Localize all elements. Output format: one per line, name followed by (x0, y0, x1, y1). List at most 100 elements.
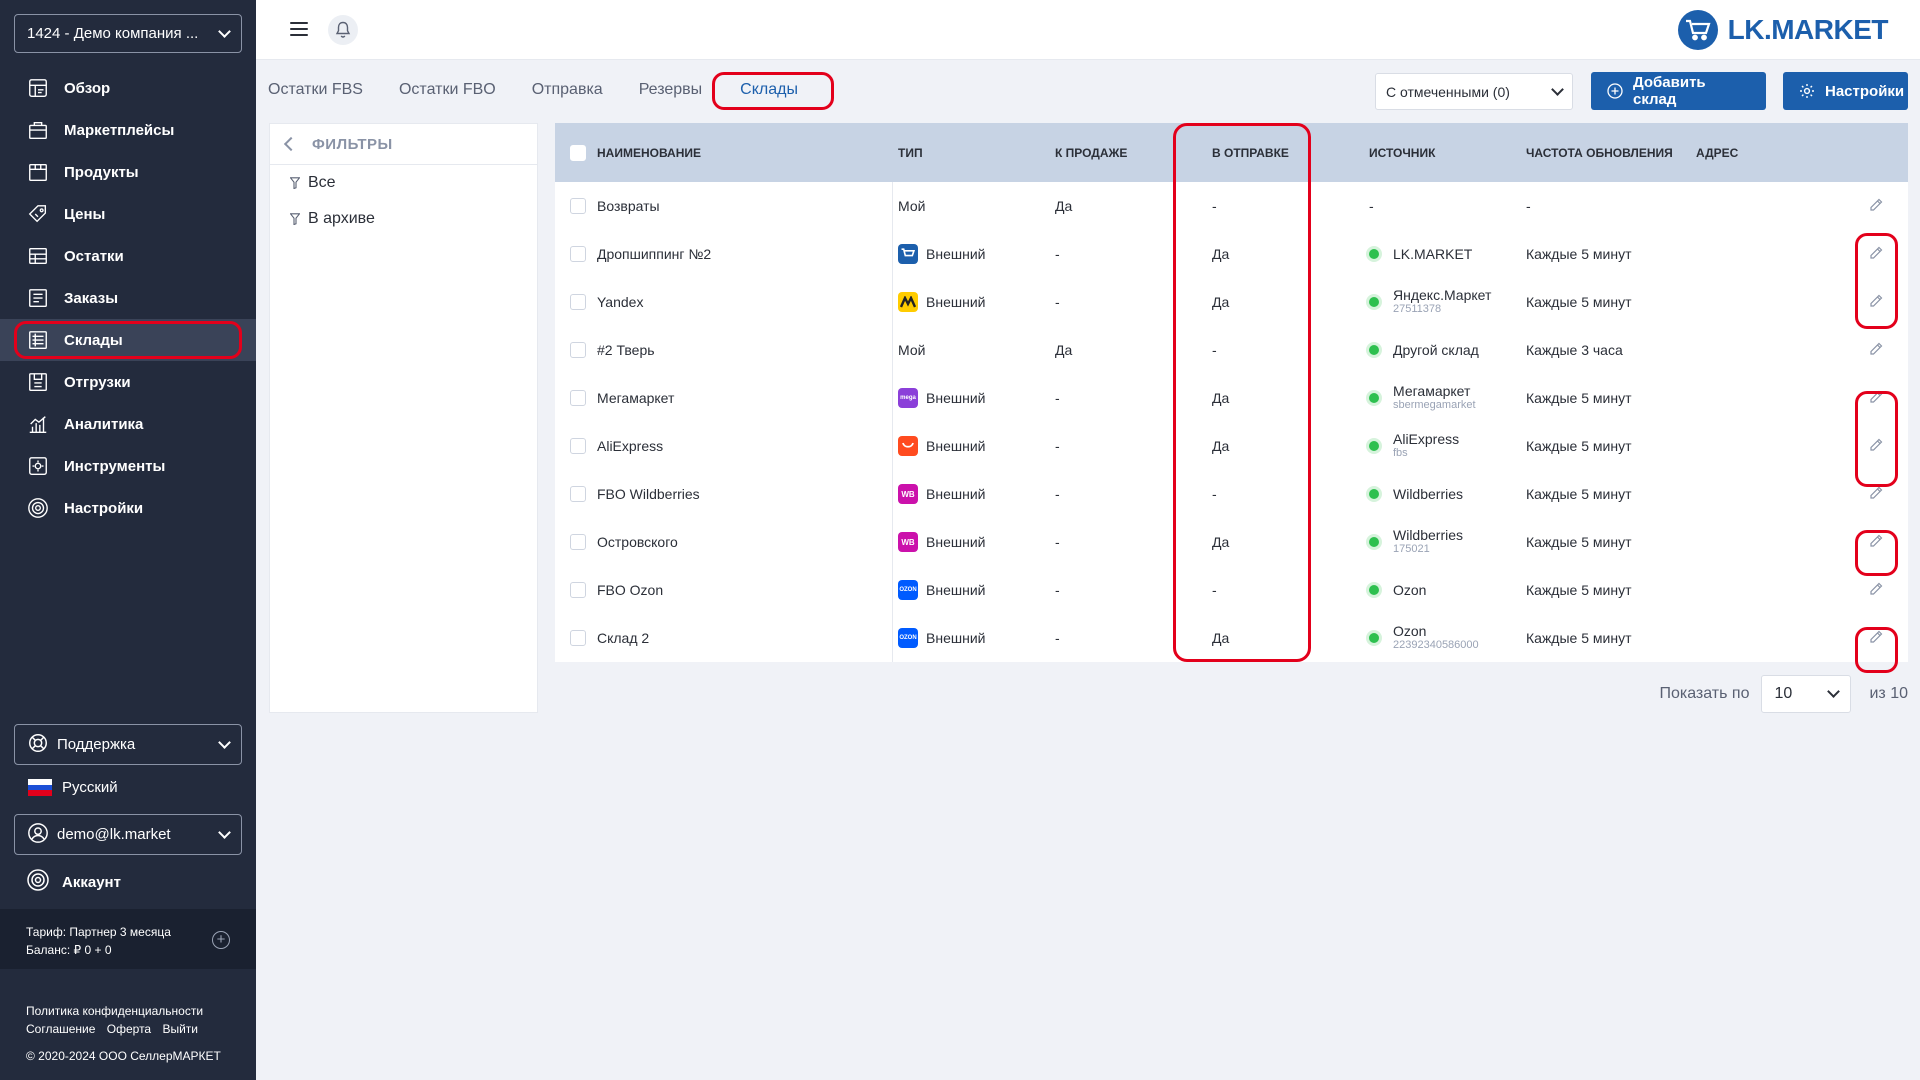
filter-archive[interactable]: В архиве (270, 201, 537, 237)
sidebar-item-tools[interactable]: Инструменты (0, 445, 256, 487)
edit-highlight-ring (1855, 233, 1898, 329)
sidebar: 1424 - Демо компания ... Обзор Маркетплей… (0, 0, 256, 1080)
filters-title: ФИЛЬТРЫ (312, 135, 393, 153)
row-checkbox[interactable] (570, 294, 586, 310)
sidebar-item-products[interactable]: Продукты (0, 151, 256, 193)
source-cell: AliExpress fbs (1364, 422, 1521, 470)
col-update-frequency[interactable]: ЧАСТОТА ОБНОВЛЕНИЯ (1521, 123, 1696, 182)
row-select-cell (555, 374, 593, 422)
add-warehouse-button[interactable]: Добавить склад (1591, 72, 1766, 110)
language-label: Русский (62, 779, 118, 796)
status-dot-icon (1369, 249, 1379, 259)
funnel-icon (290, 213, 300, 225)
row-checkbox[interactable] (570, 486, 586, 502)
row-checkbox[interactable] (570, 342, 586, 358)
sidebar-item-label: Инструменты (64, 457, 166, 475)
warehouse-name: Склад 2 (593, 614, 893, 662)
filters-header[interactable]: ФИЛЬТРЫ (270, 124, 537, 165)
warehouse-name: FBO Ozon (593, 566, 893, 614)
filter-all[interactable]: Все (270, 165, 537, 201)
type-label: Внешний (926, 438, 986, 454)
update-frequency: Каждые 5 минут (1526, 630, 1632, 646)
type-label: Внешний (926, 582, 986, 598)
tab-3[interactable]: Резервы (639, 81, 702, 99)
tab-0[interactable]: Остатки FBS (268, 81, 363, 99)
select-all-cell (555, 123, 593, 182)
orders-icon (26, 286, 50, 310)
row-checkbox[interactable] (570, 390, 586, 406)
offer-link[interactable]: Оферта (107, 1022, 151, 1036)
menu-icon[interactable] (290, 22, 308, 40)
account-link[interactable]: Аккаунт (26, 868, 121, 896)
sidebar-item-label: Остатки (64, 247, 124, 265)
logo-text: LK.MARKET (1727, 14, 1889, 45)
warehouse-type: Мой (893, 182, 1050, 230)
plus-circle-icon (1607, 83, 1623, 99)
col-address[interactable]: АДРЕС (1696, 123, 1846, 182)
sidebar-item-settings[interactable]: Настройки (0, 487, 256, 529)
row-checkbox[interactable] (570, 438, 586, 454)
sidebar-item-warehouse[interactable]: Склады (0, 319, 256, 361)
tab-2[interactable]: Отправка (532, 81, 603, 99)
select-all-checkbox[interactable] (570, 144, 586, 161)
sidebar-item-analytics[interactable]: Аналитика (0, 403, 256, 445)
row-checkbox[interactable] (570, 630, 586, 646)
source-id: fbs (1393, 447, 1408, 459)
bulk-action-select[interactable]: С отмеченными (0) (1375, 73, 1573, 110)
tab-4[interactable]: Склады (712, 72, 834, 110)
sidebar-item-shipments[interactable]: Отгрузки (0, 361, 256, 403)
language-switch[interactable]: Русский (28, 779, 118, 797)
edit-pencil-icon[interactable] (1868, 197, 1886, 215)
sidebar-item-stock[interactable]: Остатки (0, 235, 256, 277)
edit-pencil-icon[interactable] (1868, 485, 1886, 503)
account-label: Аккаунт (62, 873, 121, 891)
russia-flag-icon (28, 779, 52, 797)
active-highlight (14, 321, 242, 359)
sidebar-item-overview[interactable]: Обзор (0, 67, 256, 109)
logo[interactable]: LK.MARKET (1677, 10, 1889, 50)
col-source[interactable]: ИСТОЧНИК (1364, 123, 1521, 182)
warehouse-name: AliExpress (593, 422, 893, 470)
warehouse-name: Островского (593, 518, 893, 566)
chevron-left-icon[interactable] (283, 136, 299, 152)
support-icon (27, 732, 49, 758)
sidebar-item-prices[interactable]: Цены (0, 193, 256, 235)
type-label: Внешний (926, 534, 986, 550)
logout-link[interactable]: Выйти (162, 1022, 198, 1036)
source-id: 175021 (1393, 543, 1430, 555)
edit-pencil-icon[interactable] (1868, 581, 1886, 599)
col-name[interactable]: НАИМЕНОВАНИЕ (593, 123, 893, 182)
col-type[interactable]: ТИП (893, 123, 1050, 182)
type-label: Внешний (926, 630, 986, 646)
support-select[interactable]: Поддержка (14, 724, 242, 765)
row-checkbox[interactable] (570, 534, 586, 550)
ozon-logo-icon: OZON (898, 580, 918, 600)
agreement-link[interactable]: Соглашение (26, 1022, 95, 1036)
warehouse-name: Возвраты (593, 182, 893, 230)
privacy-link[interactable]: Политика конфиденциальности (26, 1002, 221, 1020)
warehouse-type: Мой (893, 326, 1050, 374)
col-actions (1846, 123, 1908, 182)
settings-button[interactable]: Настройки (1783, 72, 1908, 110)
row-checkbox[interactable] (570, 246, 586, 262)
per-page-select[interactable]: 10 (1761, 675, 1852, 713)
edit-pencil-icon[interactable] (1868, 341, 1886, 359)
tab-1[interactable]: Остатки FBO (399, 81, 496, 99)
type-label: Внешний (926, 294, 986, 310)
source-id: 27511378 (1393, 303, 1442, 315)
account-select[interactable]: demo@lk.market (14, 814, 242, 855)
status-dot-icon (1369, 633, 1379, 643)
update-frequency: Каждые 5 минут (1526, 390, 1632, 406)
wildberries-logo-icon: WB (898, 532, 918, 552)
update-frequency: Каждые 5 минут (1526, 294, 1632, 310)
add-balance-icon[interactable]: + (212, 931, 230, 949)
source: Wildberries 175021 (1369, 528, 1463, 556)
sidebar-item-orders[interactable]: Заказы (0, 277, 256, 319)
row-checkbox[interactable] (570, 198, 586, 214)
source-name: Wildberries (1393, 486, 1464, 502)
add-warehouse-label: Добавить склад (1633, 74, 1706, 108)
company-select[interactable]: 1424 - Демо компания ... (14, 14, 242, 53)
sidebar-item-marketplaces[interactable]: Маркетплейсы (0, 109, 256, 151)
bell-icon[interactable] (328, 15, 358, 45)
row-checkbox[interactable] (570, 582, 586, 598)
